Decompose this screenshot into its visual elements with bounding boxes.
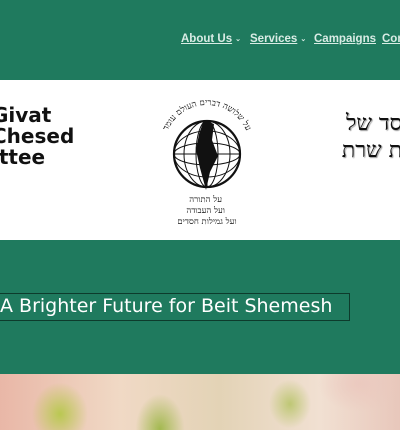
chevron-down-icon: ⌄ — [300, 36, 307, 43]
org-name-english: Givat Chesed ittee — [0, 105, 74, 168]
org-name-hebrew-line: סד של — [346, 111, 400, 136]
logo-banner: Givat Chesed ittee על שלושה דברים העולם … — [0, 80, 400, 240]
nav-about-us[interactable]: About Us ⌄ — [181, 33, 241, 45]
org-name-line: Givat — [0, 103, 52, 127]
nav-campaigns[interactable]: Campaigns — [314, 33, 376, 45]
org-name-line: Chesed — [0, 124, 75, 148]
globe-logo: על שלושה דברים העולם עומד על התורה ועל ה… — [161, 98, 253, 227]
org-name-line: ittee — [0, 145, 46, 169]
org-name-hebrew-line: ת שרת — [341, 138, 400, 163]
chevron-down-icon: ⌄ — [235, 36, 241, 43]
nav-services[interactable]: Services ⌄ — [250, 33, 306, 45]
site-header: About Us⌄ Services⌄ Campaigns Cont — [0, 0, 400, 80]
logo-bottom-text: על התורה ועל העבודה ועל גמילות חסדים — [177, 195, 236, 227]
org-name-hebrew: סד של ת שרת — [342, 110, 400, 164]
nav-contact[interactable]: Cont — [382, 33, 400, 45]
hero-slogan: A Brighter Future for Beit Shemesh — [0, 295, 333, 317]
hero-image — [0, 374, 400, 430]
